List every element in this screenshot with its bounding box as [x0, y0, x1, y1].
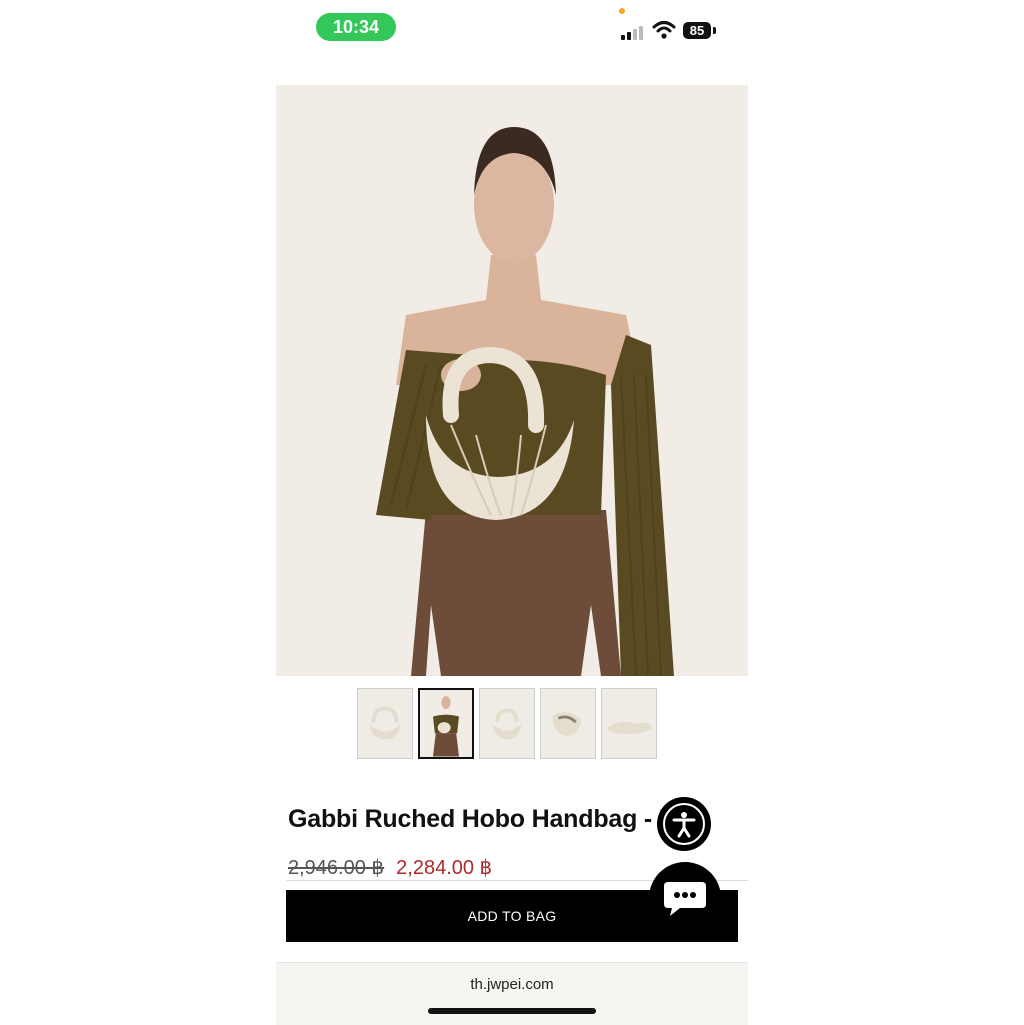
product-main-image[interactable] — [276, 85, 748, 676]
thumbnail-bag-lying-flat[interactable] — [601, 688, 657, 759]
battery-cap — [713, 27, 716, 34]
wifi-icon — [652, 20, 676, 40]
thumbnail-bag-front[interactable] — [357, 688, 413, 759]
thumbnail-bag-side[interactable] — [479, 688, 535, 759]
accessibility-button[interactable] — [657, 797, 711, 851]
product-title: Gabbi Ruched Hobo Handbag - I — [288, 805, 666, 833]
signal-icon — [621, 24, 647, 40]
chat-button[interactable] — [649, 862, 721, 934]
thumbnail-bag-angled[interactable] — [540, 688, 596, 759]
accessibility-icon — [663, 803, 705, 845]
privacy-indicator-dot — [619, 8, 625, 14]
thumbnail-gallery — [357, 688, 657, 759]
price-row: 2,946.00 ฿ 2,284.00 ฿ — [288, 855, 492, 880]
status-time: 10:34 — [316, 13, 396, 41]
chat-bubble-icon — [664, 882, 706, 916]
thumbnail-model-holding-bag[interactable] — [418, 688, 474, 759]
url-text: th.jwpei.com — [470, 976, 554, 993]
original-price: 2,946.00 ฿ — [288, 857, 385, 879]
home-indicator[interactable] — [428, 1008, 596, 1014]
battery-icon: 85 — [683, 22, 711, 39]
browser-address-bar[interactable]: th.jwpei.com — [276, 962, 748, 1025]
sale-price: 2,284.00 ฿ — [396, 857, 493, 879]
